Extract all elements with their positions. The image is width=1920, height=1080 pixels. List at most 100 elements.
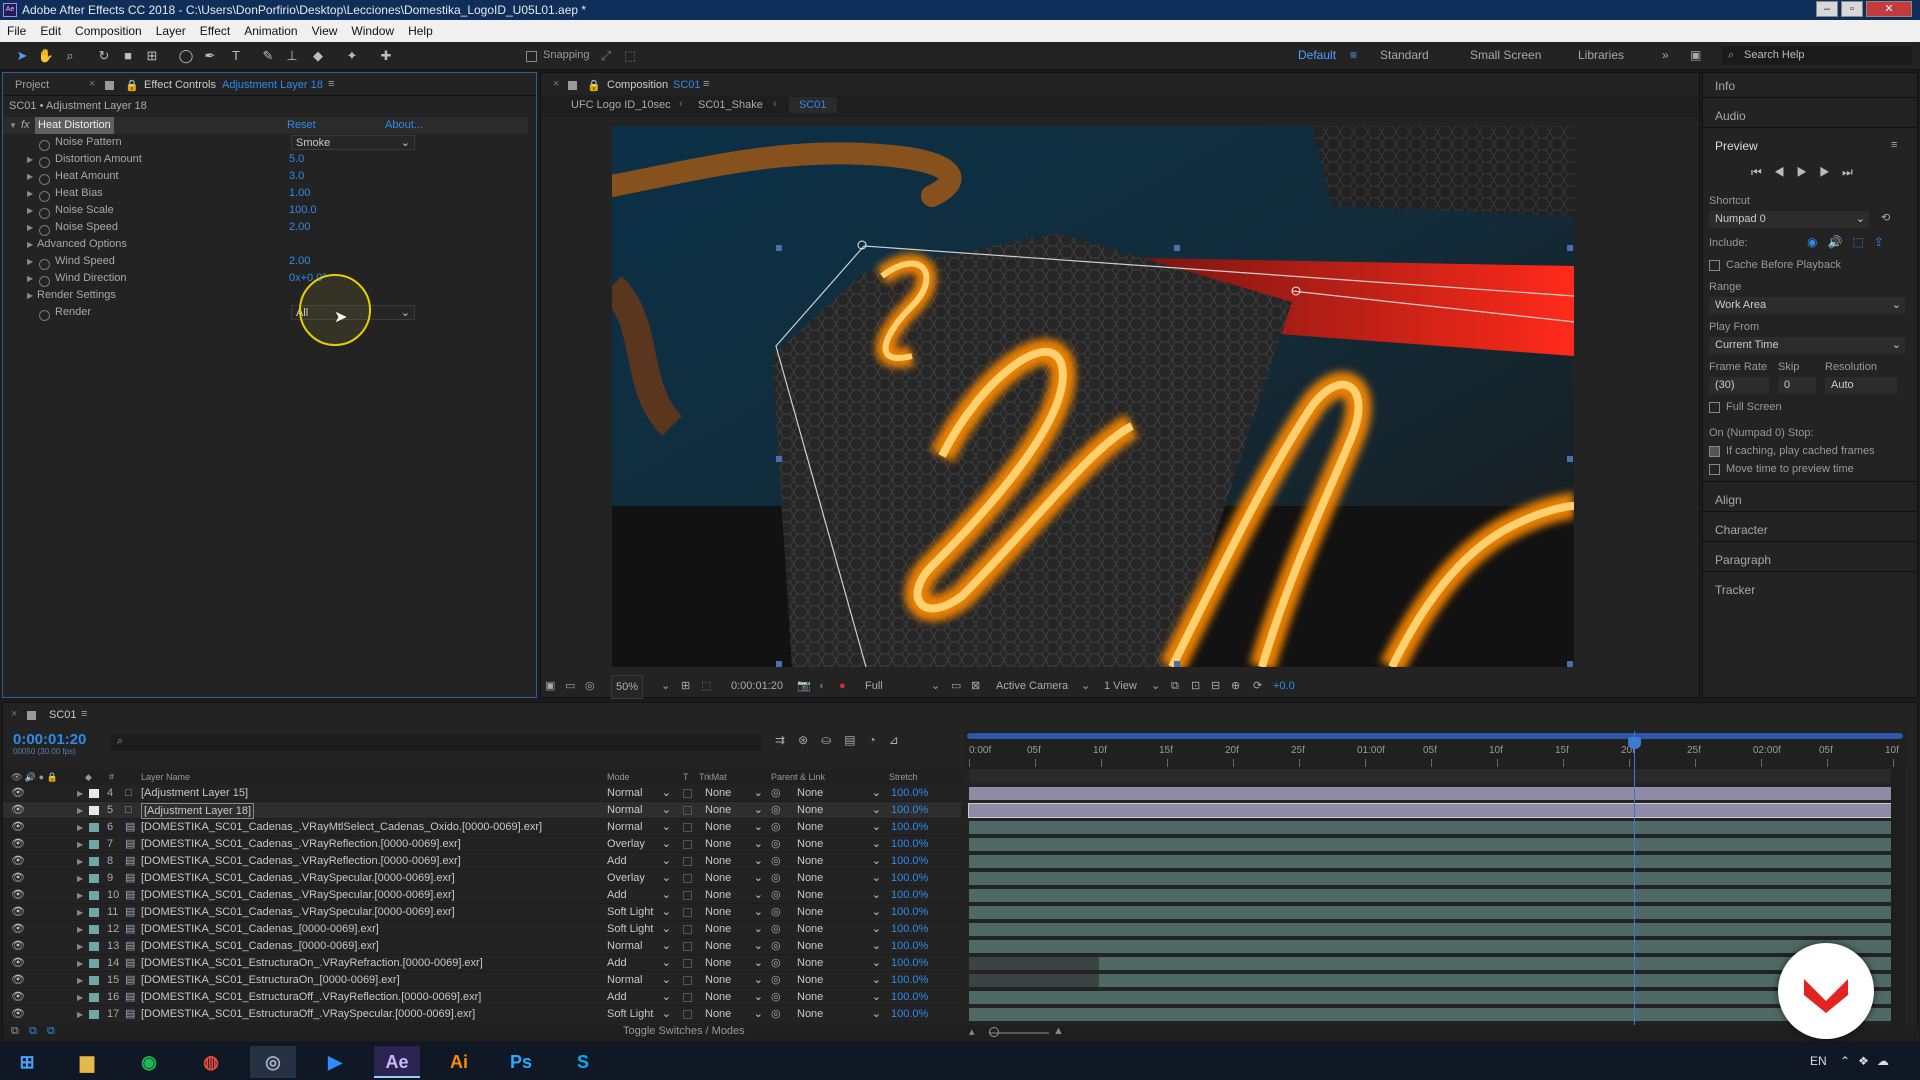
pan-behind-tool-icon[interactable]: ⊞	[142, 47, 162, 65]
bound-handle[interactable]	[1174, 661, 1180, 667]
crumb-ufc-logo[interactable]: UFC Logo ID_10sec	[571, 99, 671, 111]
expand-triangle-icon[interactable]: ▶	[77, 921, 83, 938]
pick-whip-icon[interactable]: ◎	[771, 921, 781, 938]
tab-effect-controls[interactable]: Effect Controls	[144, 79, 216, 91]
tracker-panel-header[interactable]: Tracker	[1715, 583, 1755, 597]
resolution-value[interactable]: Full	[865, 680, 883, 692]
menu-edit[interactable]: Edit	[33, 20, 68, 42]
close-tab-icon[interactable]: ×	[11, 708, 17, 720]
layer-duration-bar[interactable]	[969, 838, 1893, 851]
preserve-transparency-checkbox[interactable]	[683, 925, 692, 934]
label-color-swatch[interactable]	[89, 908, 99, 917]
last-frame-icon[interactable]: ⏭	[1842, 165, 1865, 179]
workspace-libraries[interactable]: Libraries	[1578, 48, 1624, 62]
bound-handle[interactable]	[776, 456, 782, 462]
bound-handle[interactable]	[1567, 661, 1573, 667]
layer-duration-bar[interactable]	[969, 1008, 1893, 1021]
expand-triangle-icon[interactable]: ▶	[77, 836, 83, 853]
blend-mode-dropdown[interactable]: Add ⌄	[607, 853, 671, 870]
layer-duration-bar[interactable]	[968, 803, 1894, 818]
toggle-switches-modes[interactable]: Toggle Switches / Modes	[623, 1025, 745, 1037]
layer-duration-bar[interactable]	[969, 923, 1893, 936]
expand-triangle-icon[interactable]: ▶	[77, 819, 83, 836]
layer-duration-bar[interactable]	[969, 906, 1893, 919]
video-visibility-icon[interactable]: 👁	[11, 802, 25, 819]
layer-duration-bar[interactable]	[969, 872, 1893, 885]
layer-name[interactable]: [DOMESTIKA_SC01_Cadenas_.VRayReflection.…	[141, 853, 461, 870]
preserve-transparency-checkbox[interactable]	[683, 789, 692, 798]
rotate-tool-icon[interactable]: ↻	[94, 47, 114, 65]
expand-triangle-icon[interactable]: ▶	[27, 168, 33, 185]
info-panel-header[interactable]: Info	[1715, 79, 1735, 93]
expand-triangle-icon[interactable]: ▶	[77, 785, 83, 802]
layer-duration-bar[interactable]	[969, 940, 1893, 953]
workspace-small-screen[interactable]: Small Screen	[1470, 48, 1541, 62]
stretch-value[interactable]: 100.0%	[891, 972, 928, 989]
video-visibility-icon[interactable]: 👁	[11, 1006, 25, 1023]
video-visibility-icon[interactable]: 👁	[11, 921, 25, 938]
expand-triangle-icon[interactable]: ▶	[77, 989, 83, 1006]
show-snapshot-icon[interactable]: ◐	[819, 675, 826, 697]
blend-mode-dropdown[interactable]: Overlay ⌄	[607, 870, 671, 887]
expand-triangle-icon[interactable]: ▶	[77, 870, 83, 887]
tab-effect-layer[interactable]: Adjustment Layer 18	[222, 79, 323, 91]
label-color-swatch[interactable]	[89, 976, 99, 985]
camera-tool-icon[interactable]: ■	[118, 47, 138, 65]
table-row[interactable]: 👁 ▶ 7 ▤ [DOMESTIKA_SC01_Cadenas_.VRayReflect…	[3, 836, 961, 853]
expand-timing-icon[interactable]: ⧉	[47, 1025, 55, 1038]
preserve-transparency-checkbox[interactable]	[683, 976, 692, 985]
stretch-value[interactable]: 100.0%	[891, 1006, 928, 1023]
character-panel-header[interactable]: Character	[1715, 523, 1768, 537]
effect-property-row[interactable]: ▶ Distortion Amount 5.0	[3, 151, 528, 168]
timeline-tracks[interactable]	[965, 769, 1905, 1025]
skip-dropdown[interactable]: 0	[1778, 377, 1816, 394]
zoom-tool-icon[interactable]: ⌕	[60, 47, 80, 65]
preview-panel-header[interactable]: Preview	[1715, 139, 1758, 153]
pen-tool-icon[interactable]: ✒	[200, 47, 220, 65]
draft-3d-icon[interactable]: ⊛	[798, 733, 821, 747]
fx-icon[interactable]: fx	[21, 117, 30, 134]
blend-mode-dropdown[interactable]: Normal ⌄	[607, 785, 671, 802]
expand-triangle-icon[interactable]: ▶	[77, 887, 83, 904]
layer-name[interactable]: [DOMESTIKA_SC01_Cadenas_[0000-0069].exr]	[141, 921, 379, 938]
table-row[interactable]: 👁 ▶ 10 ▤ [DOMESTIKA_SC01_Cadenas_.VRaySpecul…	[3, 887, 961, 904]
about-link[interactable]: About...	[385, 117, 423, 134]
layer-name[interactable]: [DOMESTIKA_SC01_EstructuraOff_.VRayRefle…	[141, 989, 481, 1006]
chevron-down-icon[interactable]: ⌄	[1081, 675, 1090, 697]
effect-property-row[interactable]: ▶ Advanced Options	[3, 236, 528, 253]
layer-name[interactable]: [DOMESTIKA_SC01_EstructuraOn_[0000-0069]…	[141, 972, 400, 989]
panel-menu-icon[interactable]: ≡	[81, 708, 87, 720]
label-color-swatch[interactable]	[89, 959, 99, 968]
zoom-app-icon[interactable]: ▶	[312, 1046, 358, 1078]
table-row[interactable]: 👁 ▶ 9 ▤ [DOMESTIKA_SC01_Cadenas_.VRaySpecula…	[3, 870, 961, 887]
table-row[interactable]: 👁 ▶ 16 ▤ [DOMESTIKA_SC01_EstructuraOff_.VRay…	[3, 989, 961, 1006]
viewer-timecode[interactable]: 0:00:01:20	[731, 675, 783, 697]
frame-blending-icon[interactable]: ▤	[844, 733, 868, 747]
video-include-icon[interactable]: ◉	[1807, 235, 1827, 249]
expand-triangle-icon[interactable]: ▶	[27, 151, 33, 168]
snapshot-icon[interactable]: 📷	[797, 675, 811, 697]
layer-name[interactable]: [DOMESTIKA_SC01_Cadenas_.VRayReflection.…	[141, 836, 461, 853]
blend-mode-dropdown[interactable]: Soft Light ⌄	[607, 1006, 671, 1023]
label-color-swatch[interactable]	[89, 891, 99, 900]
workspace-default[interactable]: Default	[1298, 48, 1336, 62]
exposure-value[interactable]: +0.0	[1273, 675, 1295, 697]
property-dropdown[interactable]: Smoke ⌄	[291, 135, 415, 150]
paragraph-panel-header[interactable]: Paragraph	[1715, 553, 1771, 567]
expand-switches-icon[interactable]: ⧉	[11, 1025, 19, 1038]
monitor-icon[interactable]: ▭	[565, 675, 575, 697]
if-caching-checkbox[interactable]	[1709, 445, 1720, 457]
table-row[interactable]: 👁 ▶ 17 ▤ [DOMESTIKA_SC01_EstructuraOff_.VRay…	[3, 1006, 961, 1023]
blend-mode-dropdown[interactable]: Add ⌄	[607, 955, 671, 972]
video-visibility-icon[interactable]: 👁	[11, 887, 25, 904]
video-visibility-icon[interactable]: 👁	[11, 819, 25, 836]
playhead[interactable]	[1628, 731, 1642, 1025]
preserve-transparency-checkbox[interactable]	[683, 959, 692, 968]
overlay-include-icon[interactable]: ⬚	[1852, 235, 1873, 249]
pick-whip-icon[interactable]: ◎	[771, 938, 781, 955]
video-visibility-icon[interactable]: 👁	[11, 972, 25, 989]
layer-name[interactable]: [Adjustment Layer 15]	[141, 785, 248, 802]
video-visibility-icon[interactable]: 👁	[11, 836, 25, 853]
expand-triangle-icon[interactable]: ▶	[27, 185, 33, 202]
label-color-swatch[interactable]	[89, 823, 99, 832]
